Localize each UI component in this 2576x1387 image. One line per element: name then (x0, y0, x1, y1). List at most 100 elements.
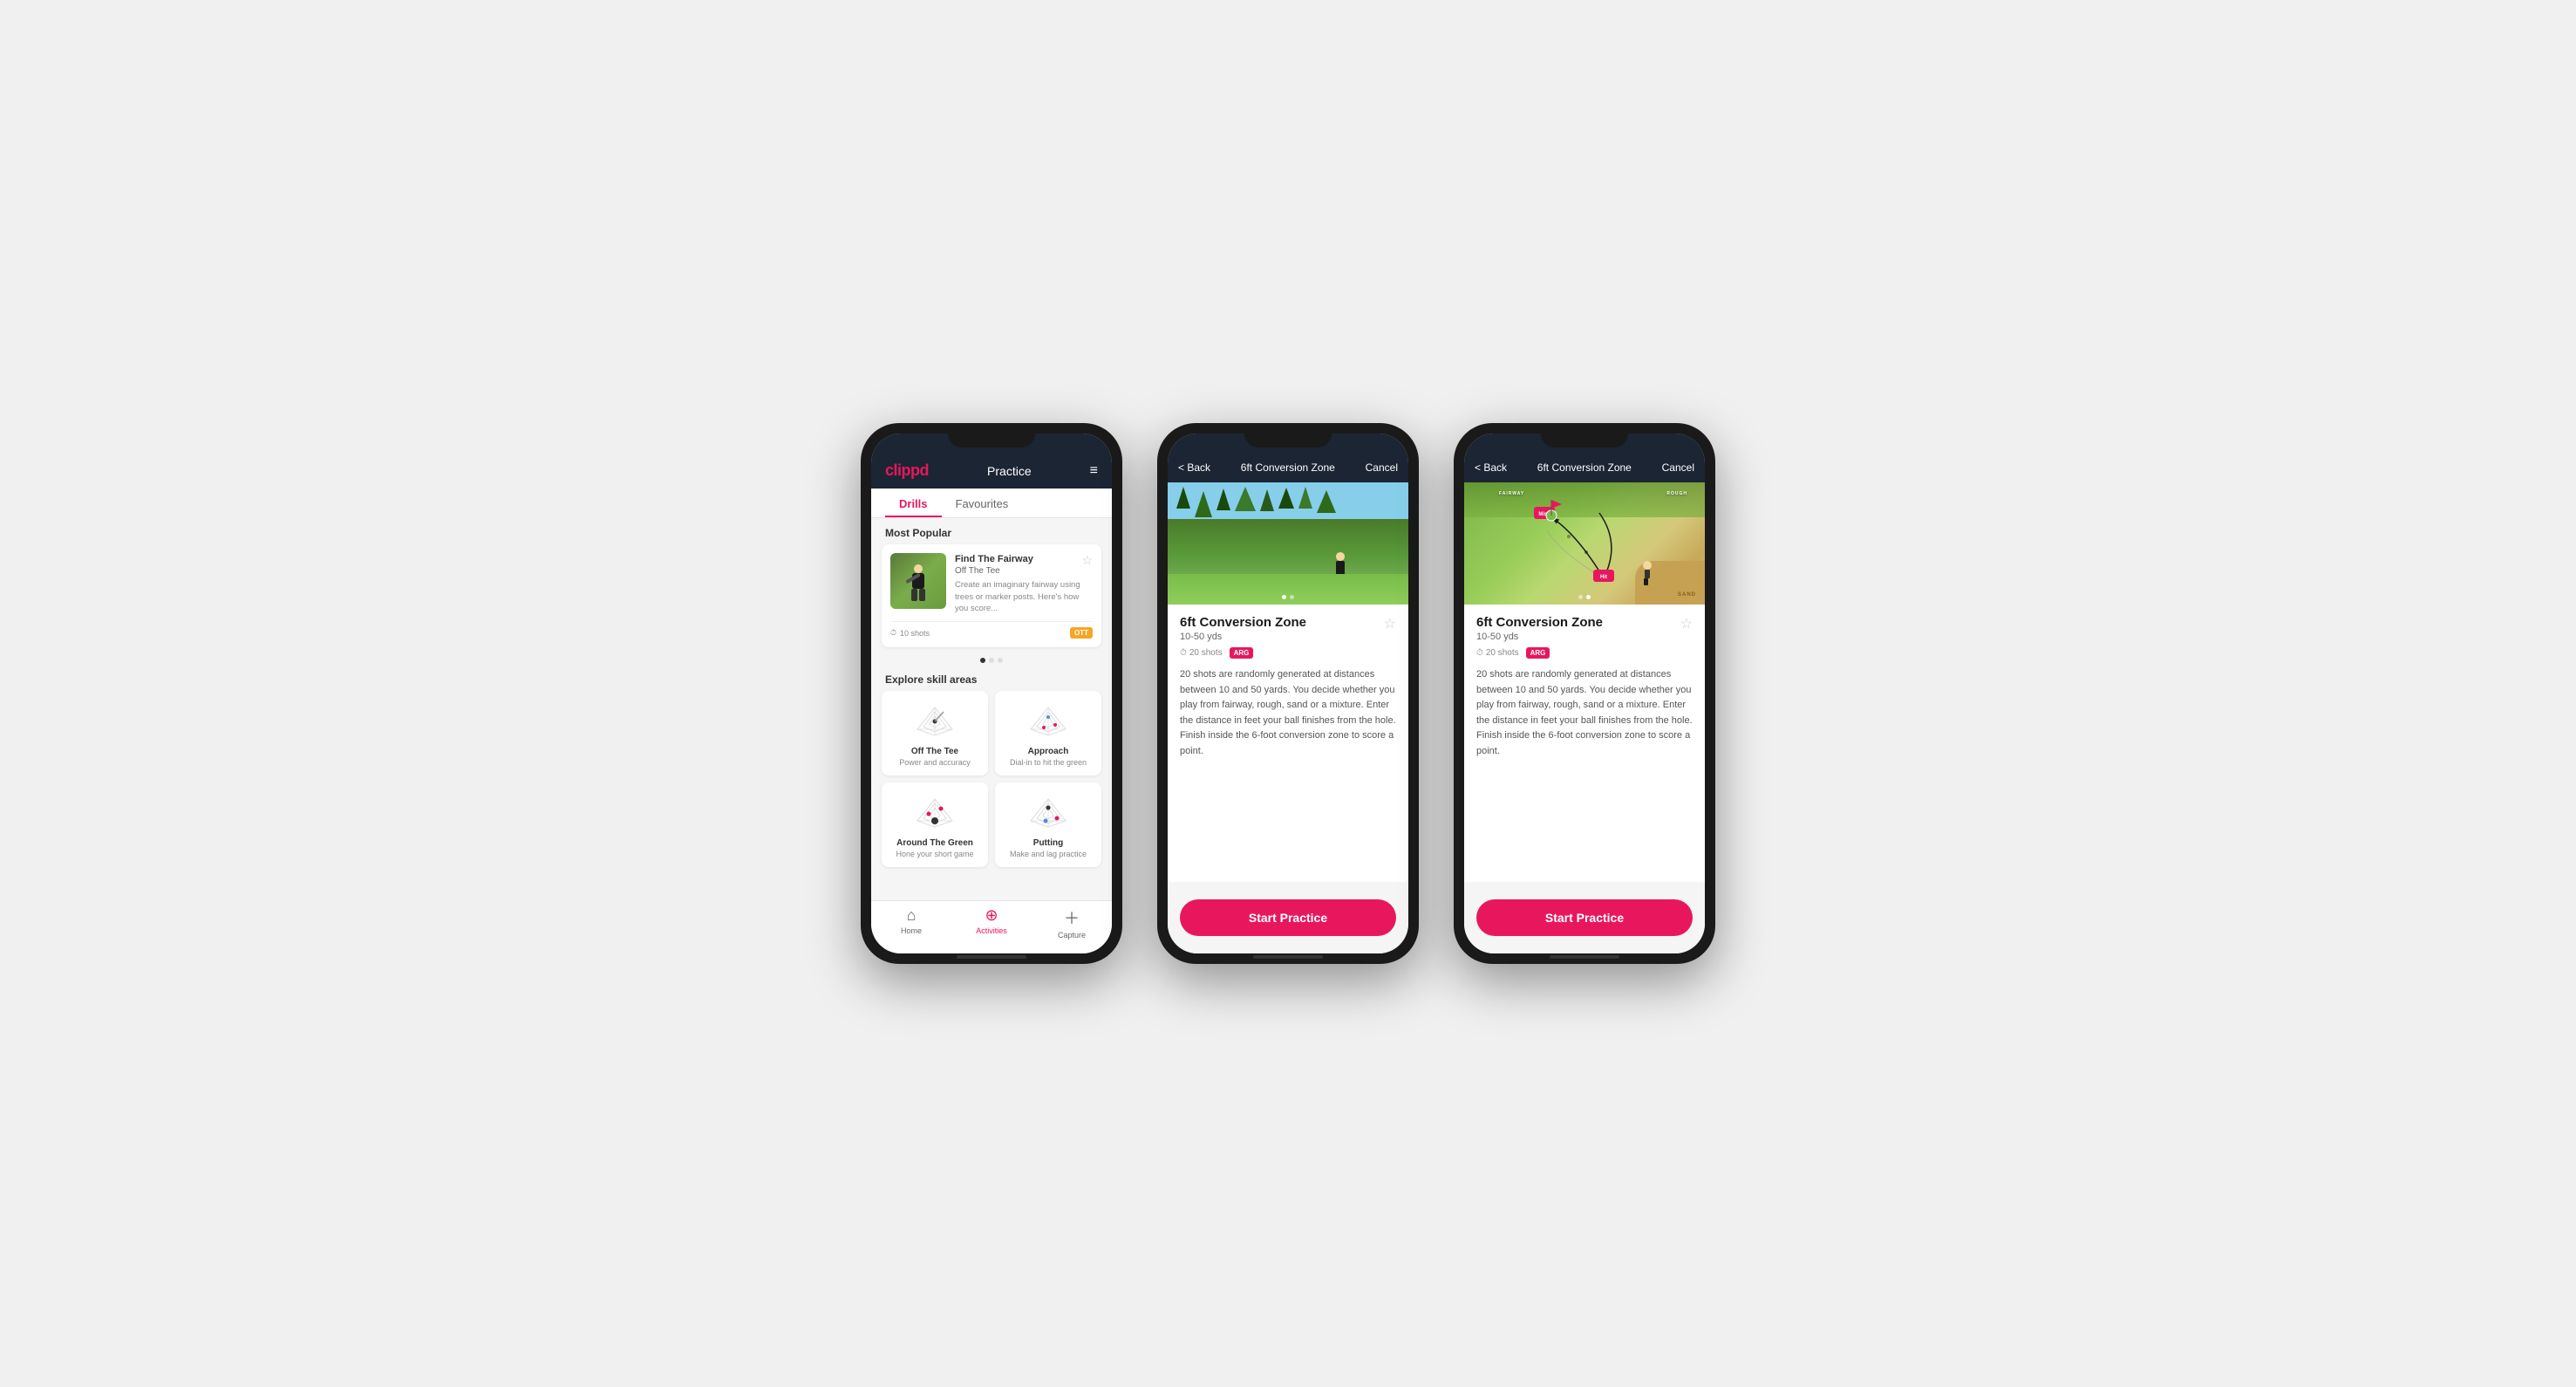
detail-header-title-2: 6ft Conversion Zone (1241, 461, 1335, 474)
explore-label: Explore skill areas (871, 666, 1112, 691)
tab-favourites[interactable]: Favourites (942, 489, 1023, 517)
image-carousel-dots (1282, 595, 1294, 599)
skill-desc-approach: Dial-in to hit the green (1010, 758, 1087, 767)
tabs-bar: Drills Favourites (871, 489, 1112, 518)
drill-detail-content: 6ft Conversion Zone 10-50 yds ☆ ⏱ 20 sho… (1168, 605, 1408, 882)
drill-subtitle: Off The Tee (955, 565, 1033, 577)
drill-name-2: 6ft Conversion Zone (1180, 615, 1306, 630)
img-dot-2 (1290, 595, 1294, 599)
back-button-3[interactable]: < Back (1475, 461, 1507, 474)
golfer-svg (901, 557, 936, 605)
course-map-svg: Hit Miss (1464, 482, 1705, 605)
drill-card-info: Find The Fairway Off The Tee ☆ Create an… (955, 553, 1093, 614)
phone-2: < Back 6ft Conversion Zone Cancel (1157, 423, 1419, 964)
carousel-dots (871, 654, 1112, 666)
phone-notch-2 (1244, 423, 1332, 448)
menu-icon[interactable]: ≡ (1090, 463, 1098, 479)
skill-icon-ott (909, 700, 961, 743)
approach-radar-svg (1026, 703, 1070, 740)
back-button-2[interactable]: < Back (1178, 461, 1210, 474)
nav-home[interactable]: ⌂ Home (871, 906, 951, 939)
tab-drills[interactable]: Drills (885, 489, 942, 517)
cancel-button-2[interactable]: Cancel (1366, 461, 1398, 474)
bottom-nav: ⌂ Home ⊕ Activities ＋ Capture (871, 900, 1112, 953)
drill-thumbnail (890, 553, 946, 609)
ott-badge: OTT (1070, 627, 1093, 639)
skill-name-ott: Off The Tee (911, 747, 958, 756)
drill-meta: ⏱ 10 shots OTT (890, 621, 1093, 639)
skill-card-putting[interactable]: Putting Make and lag practice (995, 782, 1101, 867)
clock-icon: ⏱ (890, 628, 896, 638)
skill-card-approach[interactable]: Approach Dial-in to hit the green (995, 691, 1101, 775)
drill-description-3: 20 shots are randomly generated at dista… (1476, 667, 1693, 760)
img-dot-1 (1282, 595, 1286, 599)
phone-1: clippd Practice ≡ Drills Favourites Most… (861, 423, 1122, 964)
favourite-icon[interactable]: ☆ (1081, 553, 1093, 568)
image-carousel-dots-3 (1578, 595, 1591, 599)
arg-badge-2: ARG (1230, 647, 1254, 659)
shots-clock-icon: ⏱ (1180, 648, 1187, 658)
skill-desc-putting: Make and lag practice (1010, 850, 1087, 858)
skill-icon-atg (909, 791, 961, 835)
drill-shots-3: ⏱ 20 shots (1476, 648, 1519, 658)
detail-footer-2: Start Practice (1168, 882, 1408, 953)
skill-desc-atg: Hone your short game (896, 850, 973, 858)
ott-radar-svg (913, 703, 957, 740)
nav-capture-label: Capture (1058, 931, 1086, 939)
skill-name-putting: Putting (1033, 838, 1063, 848)
phone-3: < Back 6ft Conversion Zone Cancel SAND F… (1454, 423, 1715, 964)
drill-favourite-3[interactable]: ☆ (1680, 615, 1693, 632)
most-popular-label: Most Popular (871, 518, 1112, 544)
nav-activities-label: Activities (976, 926, 1007, 935)
activities-icon: ⊕ (985, 906, 998, 925)
capture-icon: ＋ (1064, 906, 1080, 929)
drill-range-3: 10-50 yds (1476, 632, 1603, 642)
img-dot-3-1 (1578, 595, 1583, 599)
start-practice-button-2[interactable]: Start Practice (1180, 899, 1396, 936)
nav-capture[interactable]: ＋ Capture (1032, 906, 1112, 939)
drill-description-2: 20 shots are randomly generated at dista… (1180, 667, 1396, 760)
drill-meta-2: ⏱ 20 shots ARG (1180, 647, 1396, 659)
drill-card-find-fairway[interactable]: Find The Fairway Off The Tee ☆ Create an… (882, 544, 1101, 647)
start-practice-button-3[interactable]: Start Practice (1476, 899, 1693, 936)
drill-shots-2: ⏱ 20 shots (1180, 648, 1223, 658)
arg-badge-3: ARG (1526, 647, 1550, 659)
detail-footer-3: Start Practice (1464, 882, 1705, 953)
home-icon: ⌂ (907, 906, 917, 925)
drill-shots: ⏱ 10 shots (890, 628, 930, 638)
skill-grid: Off The Tee Power and accuracy (871, 691, 1112, 876)
skill-icon-putting (1022, 791, 1074, 835)
dot-2 (989, 658, 994, 663)
dot-1 (980, 658, 985, 663)
skill-icon-approach (1022, 700, 1074, 743)
main-content: Most Popular (871, 518, 1112, 900)
nav-activities[interactable]: ⊕ Activities (951, 906, 1032, 939)
home-bar-3 (1550, 955, 1619, 959)
drill-range-2: 10-50 yds (1180, 632, 1306, 642)
drill-photo (1168, 482, 1408, 605)
drill-favourite-2[interactable]: ☆ (1384, 615, 1396, 632)
putting-radar-svg (1026, 795, 1070, 831)
detail-header-title-3: 6ft Conversion Zone (1537, 461, 1632, 474)
phone-notch (948, 423, 1035, 448)
skill-name-atg: Around The Green (896, 838, 973, 848)
shots-clock-icon-3: ⏱ (1476, 648, 1483, 658)
skill-card-atg[interactable]: Around The Green Hone your short game (882, 782, 988, 867)
skill-card-ott[interactable]: Off The Tee Power and accuracy (882, 691, 988, 775)
dot-3 (998, 658, 1003, 663)
img-dot-3-2 (1586, 595, 1591, 599)
course-map-image: SAND FAIRWAY ROUGH (1464, 482, 1705, 605)
header-title: Practice (987, 464, 1032, 478)
drill-name-3: 6ft Conversion Zone (1476, 615, 1603, 630)
phone-notch-3 (1541, 423, 1628, 448)
drill-detail-content-3: 6ft Conversion Zone 10-50 yds ☆ ⏱ 20 sho… (1464, 605, 1705, 882)
drill-title: Find The Fairway (955, 553, 1033, 565)
drill-meta-3: ⏱ 20 shots ARG (1476, 647, 1693, 659)
home-bar (957, 955, 1026, 959)
nav-home-label: Home (901, 926, 922, 935)
drill-description: Create an imaginary fairway using trees … (955, 579, 1093, 614)
skill-desc-ott: Power and accuracy (899, 758, 971, 767)
skill-name-approach: Approach (1028, 747, 1069, 756)
atg-radar-svg (913, 795, 957, 831)
cancel-button-3[interactable]: Cancel (1662, 461, 1694, 474)
